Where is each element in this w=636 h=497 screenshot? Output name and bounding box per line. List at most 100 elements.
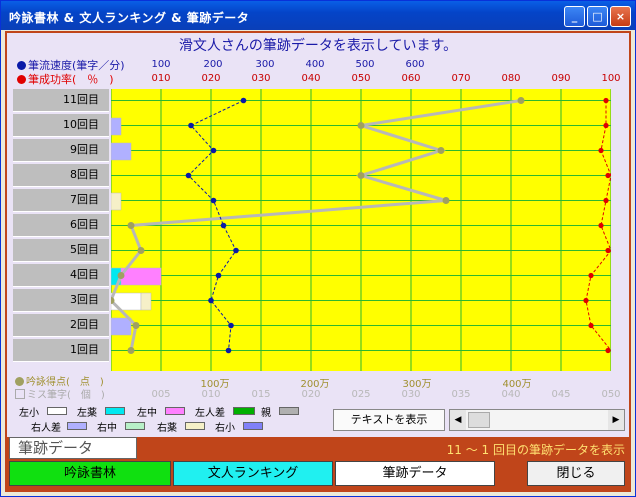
success-point: [583, 297, 589, 304]
client-area: 滑文人さんの筆跡データを表示しています。 筆流速度(筆字／分) 筆成功率( ％ …: [5, 31, 631, 492]
miss-tick: 015: [251, 389, 271, 400]
score-tick: 300万: [402, 379, 432, 390]
success-tick: 060: [401, 73, 421, 84]
scroll-left-icon[interactable]: ◀: [450, 410, 466, 430]
success-tick: 100: [601, 73, 621, 84]
score-tick: 100万: [200, 379, 230, 390]
close-window-button[interactable]: ×: [610, 6, 631, 27]
success-tick: 070: [451, 73, 471, 84]
row-label: 3回目: [13, 289, 109, 312]
scroll-thumb[interactable]: [468, 412, 490, 428]
speed-point: [233, 247, 239, 254]
finger-label: 右中: [97, 423, 117, 434]
score-point: [137, 247, 145, 254]
finger-label: 右薬: [157, 423, 177, 434]
row-label: 1回目: [13, 339, 109, 362]
speed-point: [208, 297, 214, 304]
finger-swatch: [279, 407, 299, 415]
success-point: [605, 347, 611, 354]
score-point: [117, 272, 125, 279]
score-point: [357, 172, 365, 179]
success-point: [603, 122, 609, 129]
speed-point: [210, 197, 217, 204]
speed-point: [185, 172, 192, 179]
speed-point: [228, 322, 234, 329]
row-label: 4回目: [13, 264, 109, 287]
speed-tick: 600: [405, 59, 425, 70]
speed-tick: 400: [305, 59, 325, 70]
finger-swatch: [67, 422, 87, 430]
row-label: 8回目: [13, 164, 109, 187]
success-axis: 010 020 030 040 050 060 070 080 090 100: [7, 73, 629, 87]
range-status: 11 ～ 1 回目の筆跡データを表示: [446, 443, 625, 457]
finger-swatch: [233, 407, 255, 415]
speed-point: [215, 272, 222, 279]
success-point: [588, 322, 594, 329]
miss-tick: 010: [201, 389, 221, 400]
scroll-right-icon[interactable]: ▶: [608, 410, 624, 430]
miss-bar-segment: [111, 292, 142, 311]
miss-bar-segment: [111, 142, 132, 161]
speed-axis: 100 200 300 400 500 600: [7, 59, 629, 73]
speed-point: [210, 147, 217, 154]
success-point: [603, 97, 609, 104]
finger-swatch: [185, 422, 205, 430]
finger-label: 親: [261, 408, 271, 419]
success-point: [588, 272, 594, 279]
speed-point: [188, 122, 194, 129]
window-title: 吟詠書林 & 文人ランキング & 筆跡データ: [9, 11, 250, 25]
section-label: 筆跡データ: [9, 437, 137, 459]
miss-bar-segment: [111, 317, 132, 336]
success-tick: 080: [501, 73, 521, 84]
speed-tick: 500: [355, 59, 375, 70]
miss-bar-segment: [120, 267, 162, 286]
success-tick: 040: [301, 73, 321, 84]
score-tick: 200万: [300, 379, 330, 390]
score-point: [357, 122, 365, 129]
nav-handwriting-button[interactable]: 筆跡データ: [335, 461, 495, 486]
success-point: [605, 247, 611, 254]
miss-tick: 035: [451, 389, 471, 400]
success-point: [605, 172, 611, 179]
miss-tick: 050: [601, 389, 621, 400]
miss-tick: 045: [551, 389, 571, 400]
success-point: [598, 222, 604, 229]
page-title: 滑文人さんの筆跡データを表示しています。: [178, 38, 458, 54]
speed-point: [225, 347, 232, 354]
miss-axis: 005 010 015 020 025 030 035 040 045 050: [7, 389, 629, 403]
miss-tick: 020: [301, 389, 321, 400]
miss-bar-segment: [111, 117, 122, 136]
miss-tick: 025: [351, 389, 371, 400]
history-scrollbar[interactable]: ◀ ▶: [449, 409, 625, 431]
finger-swatch: [243, 422, 263, 430]
finger-label: 左人差: [195, 408, 225, 419]
speed-tick: 200: [203, 59, 223, 70]
maximize-button[interactable]: □: [587, 6, 608, 27]
row-label: 9回目: [13, 139, 109, 162]
row-label: 5回目: [13, 239, 109, 262]
app-window: 吟詠書林 & 文人ランキング & 筆跡データ _ □ × 滑文人さんの筆跡データ…: [0, 0, 636, 497]
show-text-button[interactable]: テキストを表示: [333, 409, 445, 431]
speed-point: [240, 97, 247, 104]
typing-chart: [111, 89, 611, 371]
finger-label: 左小: [19, 408, 39, 419]
nav-ginei-button[interactable]: 吟詠書林: [9, 461, 171, 486]
success-tick: 030: [251, 73, 271, 84]
score-point: [127, 222, 135, 229]
speed-point: [220, 222, 227, 229]
minimize-button[interactable]: _: [564, 6, 585, 27]
row-label: 11回目: [13, 89, 109, 112]
success-tick: 010: [151, 73, 171, 84]
row-label: 10回目: [13, 114, 109, 137]
success-point: [603, 197, 609, 204]
miss-tick: 005: [151, 389, 171, 400]
close-button[interactable]: 閉じる: [527, 461, 625, 486]
finger-swatch: [125, 422, 145, 430]
score-point: [517, 97, 525, 104]
success-tick: 050: [351, 73, 371, 84]
row-label: 7回目: [13, 189, 109, 212]
score-tick: 400万: [502, 379, 532, 390]
title-bar[interactable]: 吟詠書林 & 文人ランキング & 筆跡データ _ □ ×: [1, 1, 635, 30]
nav-ranking-button[interactable]: 文人ランキング: [173, 461, 333, 486]
row-label: 6回目: [13, 214, 109, 237]
